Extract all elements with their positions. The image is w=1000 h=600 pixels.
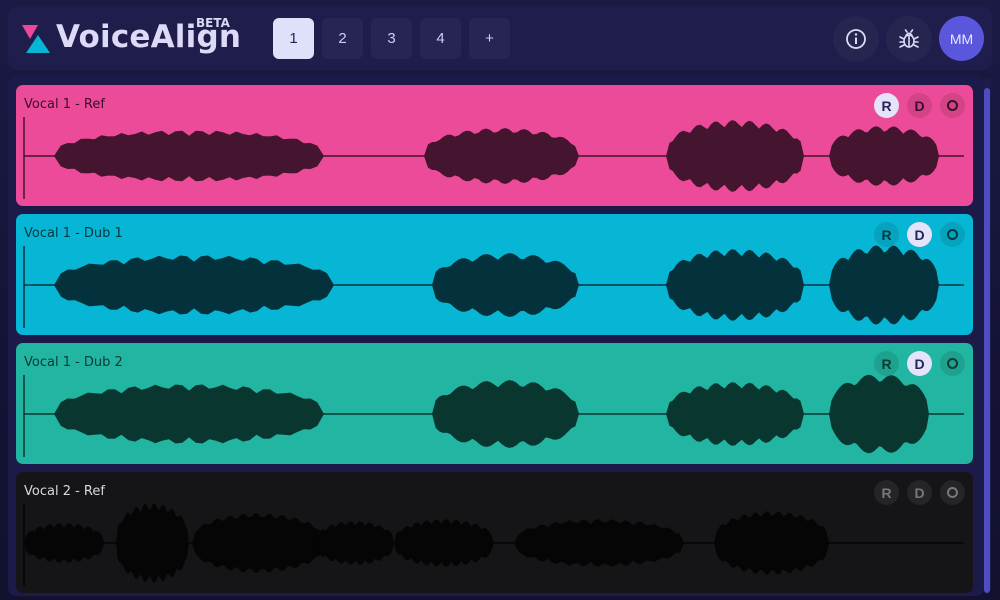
user-avatar[interactable]: MM <box>939 16 984 61</box>
track-name: Vocal 1 - Ref <box>24 97 105 112</box>
tab-3[interactable]: 3 <box>371 18 412 59</box>
logo-icon <box>22 25 50 53</box>
tab-2[interactable]: 2 <box>322 18 363 59</box>
circle-icon <box>947 358 958 369</box>
waveform-segment <box>666 382 804 446</box>
info-icon <box>846 29 866 49</box>
waveform-segment <box>829 245 939 325</box>
waveform-segment <box>116 503 189 583</box>
waveform <box>23 245 964 328</box>
waveform-segment <box>192 513 324 573</box>
track-name: Vocal 1 - Dub 1 <box>24 226 123 241</box>
circle-icon <box>947 487 958 498</box>
waveform <box>23 503 964 586</box>
waveform-segment <box>316 521 394 565</box>
add-tab-button[interactable]: + <box>469 18 510 59</box>
header-bar: VoiceAlign BETA 1 2 3 4 + MM <box>8 6 992 70</box>
waveform-segment <box>54 255 334 315</box>
bug-icon <box>899 29 919 48</box>
session-tabs: 1 2 3 4 + <box>273 18 510 59</box>
waveform-segment <box>829 126 939 186</box>
track-list: Vocal 1 - Ref R D Vocal 1 - Dub 1 R D Vo… <box>8 76 984 596</box>
waveform-segment <box>24 523 104 563</box>
tab-4[interactable]: 4 <box>420 18 461 59</box>
waveform-segment <box>666 249 804 321</box>
circle-icon <box>947 229 958 240</box>
app-window: VoiceAlign BETA 1 2 3 4 + MM Vocal 1 - R… <box>0 0 1000 600</box>
waveform-segment <box>829 374 929 454</box>
track-name: Vocal 2 - Ref <box>24 484 105 499</box>
waveform-segment <box>54 130 324 182</box>
scroll-thumb[interactable] <box>984 88 990 593</box>
waveform-segment <box>432 380 579 448</box>
waveform-segment <box>514 519 684 567</box>
track-name: Vocal 1 - Dub 2 <box>24 355 123 370</box>
tab-1[interactable]: 1 <box>273 18 314 59</box>
beta-badge: BETA <box>196 16 230 30</box>
waveform-segment <box>54 384 324 444</box>
waveform-segment <box>714 511 829 575</box>
waveform-segment <box>666 120 804 192</box>
waveform <box>23 374 964 457</box>
circle-icon <box>947 100 958 111</box>
waveform-segment <box>424 128 579 184</box>
info-button[interactable] <box>833 16 879 62</box>
track-row[interactable]: Vocal 1 - Dub 1 R D <box>16 214 973 335</box>
scrollbar[interactable] <box>983 78 991 593</box>
waveform-segment <box>394 519 494 567</box>
track-row[interactable]: Vocal 2 - Ref R D <box>16 472 973 593</box>
track-row[interactable]: Vocal 1 - Ref R D <box>16 85 973 206</box>
bug-report-button[interactable] <box>886 16 932 62</box>
track-row[interactable]: Vocal 1 - Dub 2 R D <box>16 343 973 464</box>
waveform-segment <box>432 253 579 317</box>
waveform <box>23 117 964 199</box>
